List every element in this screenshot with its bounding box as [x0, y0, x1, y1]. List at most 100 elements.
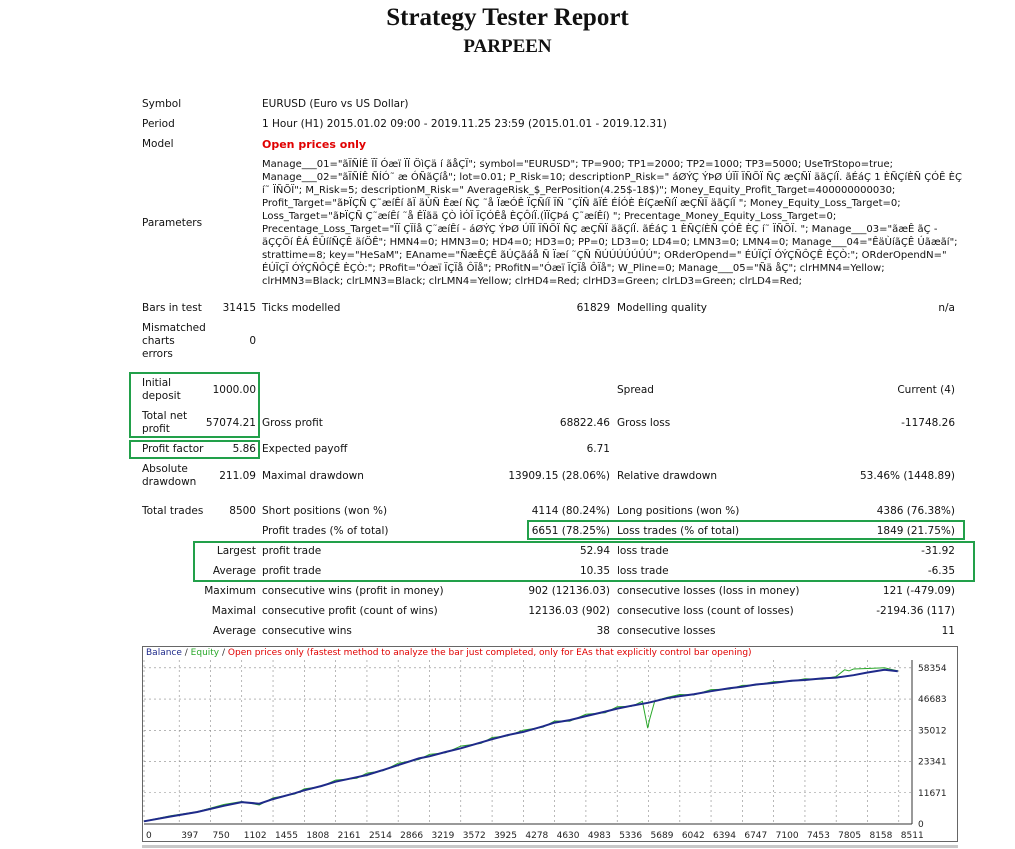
long-positions-value: 4386 (76.38%)	[876, 505, 955, 517]
mismatched-label-3: errors	[142, 348, 173, 360]
avg-cons-losses-label: consecutive losses	[617, 625, 716, 637]
short-positions-value: 4114 (80.24%)	[531, 505, 610, 517]
max-dd-label: Maximal drawdown	[262, 470, 364, 482]
chart-bottom-bar	[142, 845, 958, 848]
x-tick-label: 7100	[776, 831, 799, 841]
average2-label: Average	[212, 625, 256, 637]
max-cons-wins-label: consecutive wins (profit in money)	[262, 585, 444, 597]
x-tick-label: 3572	[463, 831, 486, 841]
legend-model-note: Open prices only (fastest method to anal…	[227, 648, 752, 658]
period-value: 1 Hour (H1) 2015.01.02 09:00 - 2019.11.2…	[262, 118, 667, 130]
x-tick-label: 6042	[682, 831, 705, 841]
maximum-label: Maximum	[204, 585, 256, 597]
x-tick-label: 1808	[306, 831, 329, 841]
spread-value: Current (4)	[897, 384, 955, 396]
report-title: Strategy Tester Report	[386, 4, 629, 31]
max-cons-losses-label: consecutive losses (loss in money)	[617, 585, 800, 597]
highlight-box-largest-average	[193, 541, 975, 582]
x-tick-label: 5336	[619, 831, 642, 841]
quality-label: Modelling quality	[617, 302, 707, 314]
x-tick-label: 1102	[244, 831, 267, 841]
x-tick-label: 750	[213, 831, 230, 841]
balance-equity-chart: 58354 46683 35012 23341 11671 0 0 397 750 1102 145…	[142, 646, 958, 842]
x-tick-label: 3925	[494, 831, 517, 841]
legend-balance: Balance	[146, 648, 182, 658]
plot-area	[144, 660, 912, 824]
abs-dd-value: 211.09	[219, 470, 256, 482]
highlight-box-profit-factor	[129, 440, 260, 459]
max-cons-profit-value: 12136.03 (902)	[528, 605, 610, 617]
abs-dd-label-1: Absolute	[142, 463, 188, 475]
ticks-label: Ticks modelled	[262, 302, 341, 314]
x-tick-label: 6394	[713, 831, 736, 841]
x-tick-label: 1455	[275, 831, 298, 841]
chart-legend: Balance / Equity / Open prices only (fas…	[146, 648, 752, 659]
x-tick-label: 8511	[901, 831, 924, 841]
abs-dd-label-2: drawdown	[142, 476, 197, 488]
highlight-box-profit-loss-trades	[527, 520, 965, 540]
max-cons-losses-value: 121 (-479.09)	[882, 585, 955, 597]
rel-dd-value: 53.46% (1448.89)	[860, 470, 955, 482]
total-trades-label: Total trades	[142, 505, 204, 517]
y-tick-label: 35012	[918, 726, 947, 736]
x-tick-label: 6747	[744, 831, 767, 841]
x-tick-label: 2866	[400, 831, 423, 841]
x-tick-label: 2161	[338, 831, 361, 841]
mismatched-value: 0	[249, 335, 256, 347]
legend-equity: Equity	[190, 648, 220, 658]
parameters-value: Manage___01="ãÏÑÍÊ ÏÏ Óæï ÏÏ ÖìÇä í ãåÇÏ…	[262, 159, 962, 287]
max-cons-wins-value: 902 (12136.03)	[528, 585, 610, 597]
x-tick-label: 5689	[651, 831, 674, 841]
expected-payoff-label: Expected payoff	[262, 443, 348, 455]
max-cons-loss-label: consecutive loss (count of losses)	[617, 605, 794, 617]
x-tick-label: 4630	[557, 831, 580, 841]
quality-value: n/a	[938, 302, 955, 314]
total-trades-value: 8500	[229, 505, 256, 517]
y-tick-label: 23341	[918, 758, 947, 768]
long-positions-label: Long positions (won %)	[617, 505, 740, 517]
bars-value: 31415	[222, 302, 256, 314]
symbol-label: Symbol	[142, 98, 182, 110]
gross-profit-value: 68822.46	[559, 417, 610, 429]
mismatched-label-2: charts	[142, 335, 175, 347]
spread-label: Spread	[617, 384, 654, 396]
x-tick-label: 397	[181, 831, 198, 841]
x-tick-label: 3219	[431, 831, 454, 841]
gross-loss-label: Gross loss	[617, 417, 671, 429]
gross-loss-value: -11748.26	[901, 417, 955, 429]
x-tick-label: 8158	[869, 831, 892, 841]
expected-payoff-value: 6.71	[586, 443, 610, 455]
x-tick-label: 0	[146, 831, 152, 841]
y-tick-label: 58354	[918, 664, 947, 674]
model-label: Model	[142, 138, 174, 150]
y-tick-label: 0	[918, 820, 924, 830]
gross-profit-label: Gross profit	[262, 417, 323, 429]
profit-trades-label: Profit trades (% of total)	[262, 525, 389, 537]
period-label: Period	[142, 118, 175, 130]
maximal-label: Maximal	[211, 605, 256, 617]
short-positions-label: Short positions (won %)	[262, 505, 388, 517]
bars-label: Bars in test	[142, 302, 202, 314]
max-cons-profit-label: consecutive profit (count of wins)	[262, 605, 438, 617]
legend-separator-2: /	[219, 648, 228, 658]
avg-cons-wins-label: consecutive wins	[262, 625, 352, 637]
rel-dd-label: Relative drawdown	[617, 470, 718, 482]
x-tick-label: 4278	[525, 831, 548, 841]
max-dd-value: 13909.15 (28.06%)	[508, 470, 610, 482]
x-tick-label: 2514	[369, 831, 392, 841]
mismatched-label-1: Mismatched	[142, 322, 206, 334]
avg-cons-wins-value: 38	[596, 625, 610, 637]
model-value: Open prices only	[262, 138, 367, 151]
ticks-value: 61829	[576, 302, 610, 314]
max-cons-loss-value: -2194.36 (117)	[876, 605, 955, 617]
x-tick-label: 4983	[588, 831, 611, 841]
symbol-value: EURUSD (Euro vs US Dollar)	[262, 98, 409, 110]
highlight-box-deposit-profit	[129, 372, 260, 438]
avg-cons-losses-value: 11	[941, 625, 955, 637]
x-tick-label: 7453	[807, 831, 830, 841]
legend-separator-1: /	[181, 648, 191, 658]
parameters-label: Parameters	[142, 217, 203, 229]
report-subtitle: PARPEEN	[463, 36, 552, 57]
x-tick-label: 7805	[838, 831, 861, 841]
y-tick-label: 46683	[918, 695, 947, 705]
